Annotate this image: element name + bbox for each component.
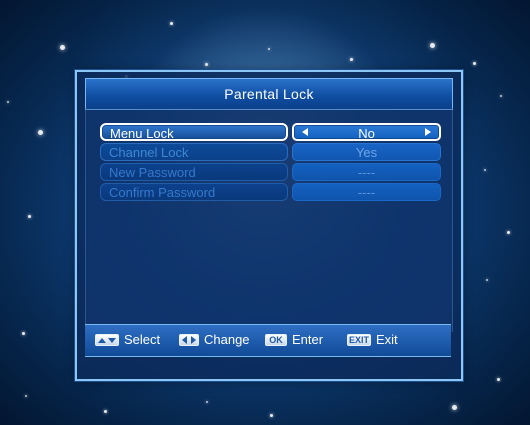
new-password-field[interactable]: ---- — [292, 163, 441, 181]
exit-label: Exit — [376, 332, 398, 347]
dialog-title: Parental Lock — [224, 86, 314, 102]
left-right-arrow-key-icon — [179, 334, 199, 346]
enter-hint: OK Enter — [265, 332, 323, 348]
background-star — [60, 45, 65, 50]
background-star — [497, 378, 500, 381]
background-star — [28, 215, 31, 218]
background-star — [38, 130, 43, 135]
menu-lock-current-value: No — [358, 126, 375, 141]
enter-label: Enter — [292, 332, 324, 347]
menu-lock-label[interactable]: Menu Lock — [100, 123, 288, 141]
background-star — [25, 395, 27, 397]
background-star — [22, 332, 25, 335]
background-star — [486, 279, 488, 281]
settings-panel: Menu Lock No Channel Lock Yes New Passwo… — [85, 108, 453, 355]
confirm-password-label[interactable]: Confirm Password — [100, 183, 288, 201]
confirm-password-field[interactable]: ---- — [292, 183, 441, 201]
background-star — [205, 63, 208, 66]
dialog-title-bar: Parental Lock — [85, 78, 453, 110]
exit-key-icon: EXIT — [347, 334, 371, 346]
tv-screen: Parental Lock Menu Lock No Channel Lock … — [0, 0, 530, 425]
background-star — [484, 169, 486, 171]
exit-hint: EXIT Exit — [347, 332, 398, 348]
background-star — [104, 410, 107, 413]
background-star — [500, 95, 502, 97]
background-star — [206, 401, 208, 403]
background-star — [473, 62, 476, 65]
background-star — [452, 405, 457, 410]
remote-help-bar: Select Change OK Enter EXIT Exit — [85, 324, 451, 357]
background-star — [350, 58, 353, 61]
change-label: Change — [204, 332, 250, 347]
new-password-row[interactable]: New Password ---- — [100, 163, 441, 181]
select-hint: Select — [95, 332, 160, 348]
parental-lock-dialog: Parental Lock Menu Lock No Channel Lock … — [75, 70, 463, 381]
background-star — [270, 414, 273, 417]
menu-lock-row[interactable]: Menu Lock No — [100, 123, 441, 141]
menu-lock-value[interactable]: No — [292, 123, 441, 141]
channel-lock-label[interactable]: Channel Lock — [100, 143, 288, 161]
select-label: Select — [124, 332, 161, 347]
background-star — [430, 43, 435, 48]
left-arrow-icon[interactable] — [302, 128, 308, 136]
change-hint: Change — [179, 332, 250, 348]
confirm-password-row[interactable]: Confirm Password ---- — [100, 183, 441, 201]
new-password-label[interactable]: New Password — [100, 163, 288, 181]
right-arrow-icon[interactable] — [425, 128, 431, 136]
channel-lock-row[interactable]: Channel Lock Yes — [100, 143, 441, 161]
channel-lock-value[interactable]: Yes — [292, 143, 441, 161]
background-star — [507, 231, 510, 234]
background-star — [7, 101, 9, 103]
ok-key-icon: OK — [265, 334, 287, 346]
background-star — [268, 48, 270, 50]
up-down-arrow-key-icon — [95, 334, 119, 346]
background-star — [170, 22, 173, 25]
